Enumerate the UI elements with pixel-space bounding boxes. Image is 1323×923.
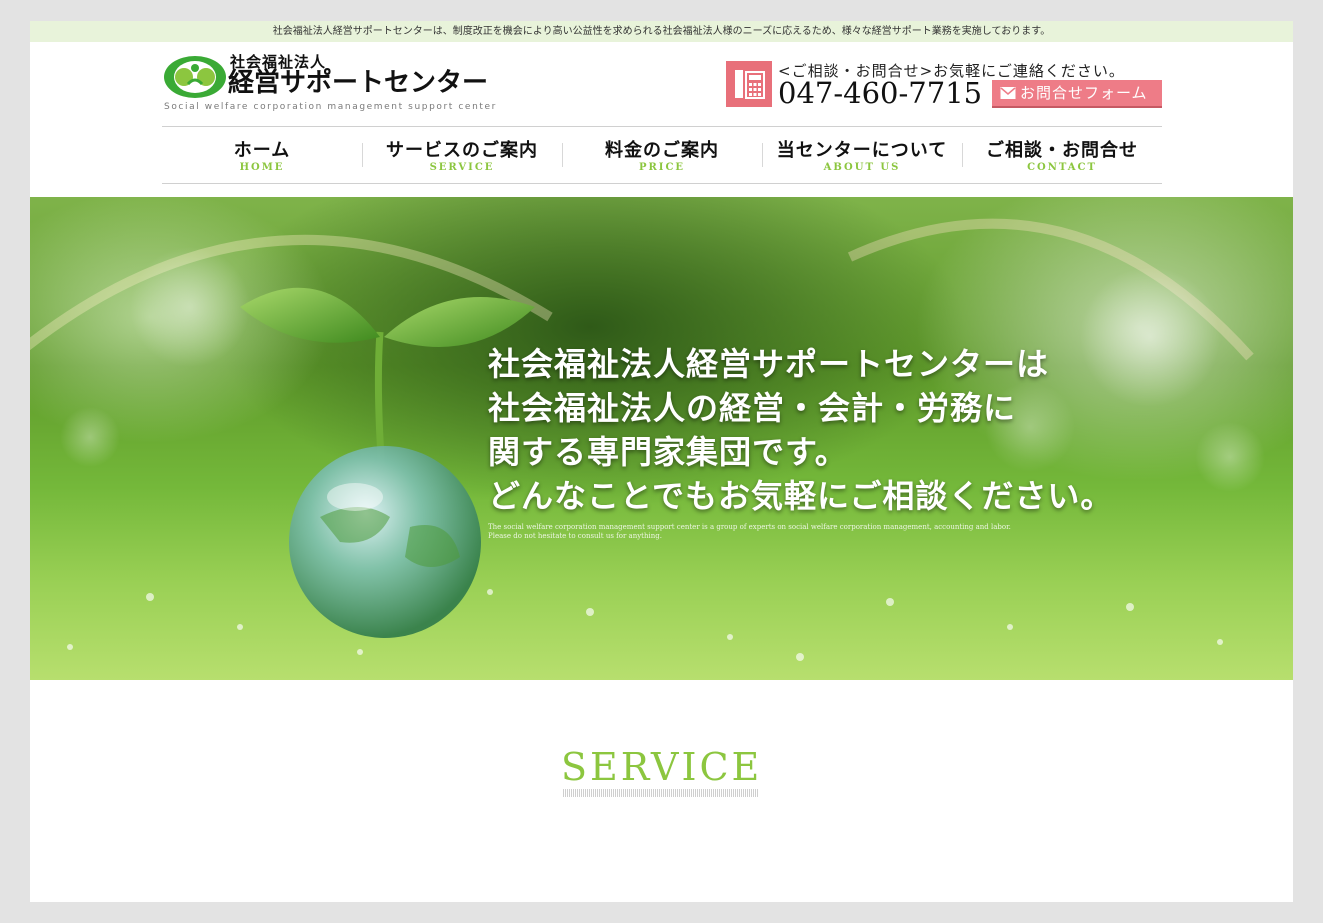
nav-item-service[interactable]: サービスのご案内 SERVICE bbox=[362, 127, 562, 183]
nav-sublabel: CONTACT bbox=[1027, 162, 1097, 173]
hero-line-2: 社会福祉法人の経営・会計・労務に bbox=[488, 389, 1017, 427]
top-announcement-bar: 社会福祉法人経営サポートセンターは、制度改正を機会により高い公益性を求められる社… bbox=[30, 21, 1293, 42]
service-title: SERVICE bbox=[561, 745, 763, 789]
hero-english-line-2: Please do not hesitate to consult us for… bbox=[488, 532, 662, 540]
site-logo[interactable]: 社会福祉法人 経営サポートセンター Social welfare corpora… bbox=[162, 51, 495, 115]
nav-label: サービスのご案内 bbox=[386, 140, 538, 161]
nav-sublabel: SERVICE bbox=[429, 162, 495, 173]
hero-english-caption: The social welfare corporation managemen… bbox=[488, 523, 1088, 541]
hero-line-4: どんなことでもお気軽にご相談ください。 bbox=[488, 477, 1114, 515]
nav-sublabel: ABOUT US bbox=[823, 162, 901, 173]
page-frame: 社会福祉法人経営サポートセンターは、制度改正を機会により高い公益性を求められる社… bbox=[30, 21, 1293, 902]
logo-title: 経営サポートセンター bbox=[228, 68, 489, 98]
nav-sublabel: PRICE bbox=[638, 162, 686, 173]
nav-sublabel: HOME bbox=[239, 162, 285, 173]
service-section-heading: SERVICE bbox=[561, 745, 761, 797]
mail-icon bbox=[1000, 87, 1016, 99]
hero-english-line-1: The social welfare corporation managemen… bbox=[488, 523, 1011, 531]
contact-form-label: お問合せフォーム bbox=[1020, 84, 1148, 102]
nav-label: ご相談・お問合せ bbox=[986, 140, 1138, 161]
service-title-underline bbox=[563, 789, 759, 797]
nav-item-about[interactable]: 当センターについて ABOUT US bbox=[762, 127, 962, 183]
hero-line-1: 社会福祉法人経営サポートセンターは bbox=[488, 345, 1050, 383]
hero-banner: 社会福祉法人経営サポートセンターは 社会福祉法人の経営・会計・労務に 関する専門… bbox=[30, 197, 1293, 680]
contact-block: <ご相談・お問合せ>お気軽にご連絡ください。 047-460-7715 お問合せ… bbox=[726, 61, 1162, 109]
logo-english: Social welfare corporation management su… bbox=[164, 102, 497, 112]
phone-number[interactable]: 047-460-7715 bbox=[778, 77, 982, 109]
hero-message: 社会福祉法人経営サポートセンターは 社会福祉法人の経営・会計・労務に 関する専門… bbox=[488, 342, 1114, 518]
phone-icon bbox=[726, 61, 772, 107]
nav-label: 当センターについて bbox=[776, 140, 948, 161]
top-announcement-text: 社会福祉法人経営サポートセンターは、制度改正を機会により高い公益性を求められる社… bbox=[272, 26, 1051, 37]
nav-item-home[interactable]: ホーム HOME bbox=[162, 127, 362, 183]
main-navigation: ホーム HOME サービスのご案内 SERVICE 料金のご案内 PRICE 当… bbox=[162, 126, 1162, 184]
nav-item-price[interactable]: 料金のご案内 PRICE bbox=[562, 127, 762, 183]
nav-label: 料金のご案内 bbox=[605, 140, 719, 161]
nav-item-contact[interactable]: ご相談・お問合せ CONTACT bbox=[962, 127, 1162, 183]
logo-people-icon bbox=[164, 56, 226, 98]
contact-form-button[interactable]: お問合せフォーム bbox=[992, 80, 1162, 106]
nav-label: ホーム bbox=[233, 140, 291, 161]
hero-line-3: 関する専門家集団です。 bbox=[488, 433, 848, 471]
